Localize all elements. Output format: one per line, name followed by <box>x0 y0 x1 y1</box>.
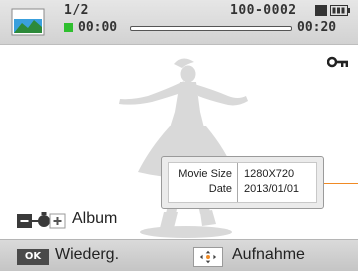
camera-playback-screen: 1/2 100-0002 00:00 00:20 Movie Size Date… <box>0 0 358 271</box>
media-info-values: 1280X720 2013/01/01 <box>238 163 316 202</box>
folder-file-number: 100-0002 <box>230 3 297 18</box>
playback-action-label[interactable]: Wiederg. <box>55 246 119 264</box>
status-bar: 1/2 100-0002 00:00 00:20 <box>0 0 358 45</box>
bottom-bar: OK Wiederg. Aufnahme <box>0 239 358 271</box>
movie-size-label: Movie Size <box>178 168 232 180</box>
movie-size-value: 1280X720 <box>244 168 295 180</box>
playback-progress-bar <box>130 26 292 31</box>
media-info-labels: Movie Size Date <box>169 163 238 202</box>
play-indicator-icon <box>64 23 73 32</box>
record-action-label[interactable]: Aufnahme <box>232 246 305 264</box>
date-value: 2013/01/01 <box>244 183 300 195</box>
zoom-control-icon[interactable] <box>17 211 67 231</box>
ok-button[interactable]: OK <box>17 249 49 265</box>
album-label: Album <box>72 210 118 227</box>
media-info-panel: Movie Size Date 1280X720 2013/01/01 <box>161 156 324 209</box>
navigation-pad-icon[interactable] <box>193 247 223 267</box>
dancer-silhouette-image <box>119 58 248 238</box>
date-label: Date <box>208 183 232 195</box>
photo-thumbnail-icon <box>11 8 45 36</box>
file-counter: 1/2 <box>64 3 89 18</box>
key-icon <box>327 56 348 68</box>
elapsed-time: 00:00 <box>78 20 118 35</box>
battery-icon <box>330 5 350 16</box>
total-time: 00:20 <box>297 20 337 35</box>
media-info-table: Movie Size Date 1280X720 2013/01/01 <box>168 162 317 203</box>
callout-leader-line <box>324 183 358 184</box>
memory-card-icon <box>315 5 327 16</box>
